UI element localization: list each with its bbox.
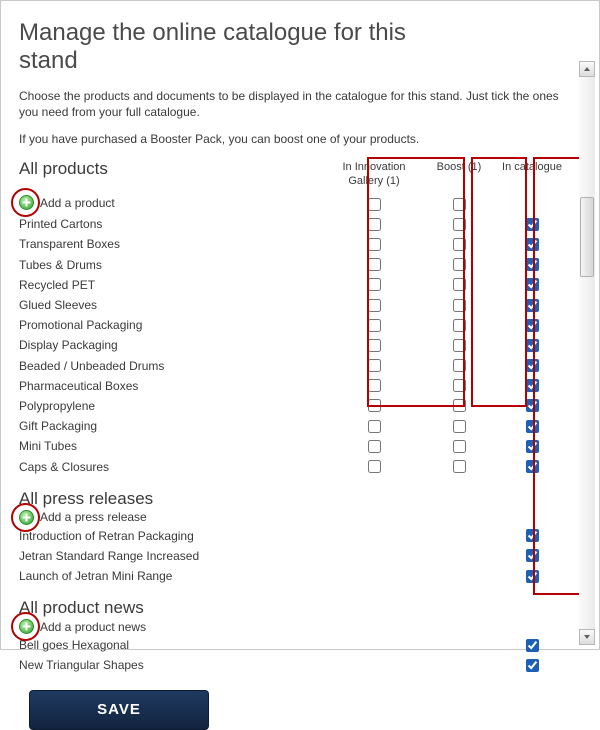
add-link[interactable]: Add a product	[19, 194, 319, 211]
row-label: Tubes & Drums	[19, 255, 319, 275]
save-button[interactable]: SAVE	[29, 690, 209, 730]
row-label: Mini Tubes	[19, 436, 319, 456]
col-head-catalogue: In catalogue	[495, 157, 569, 181]
checkbox-boost[interactable]	[453, 460, 466, 473]
add-link-label: Add a press release	[40, 510, 147, 524]
checkbox-innovation[interactable]	[368, 379, 381, 392]
catalogue-grid: All products In Innovation Gallery (1)Boo…	[19, 157, 569, 676]
checkbox-boost[interactable]	[453, 198, 466, 211]
intro-text-1: Choose the products and documents to be …	[19, 88, 559, 120]
checkbox-boost[interactable]	[453, 420, 466, 433]
row-label: Gift Packaging	[19, 416, 319, 436]
checkbox-catalogue[interactable]	[526, 460, 539, 473]
row-label: Launch of Jetran Mini Range	[19, 566, 319, 586]
checkbox-catalogue[interactable]	[526, 299, 539, 312]
checkbox-catalogue[interactable]	[526, 440, 539, 453]
checkbox-innovation[interactable]	[368, 258, 381, 271]
checkbox-innovation[interactable]	[368, 440, 381, 453]
add-link-label: Add a product news	[40, 620, 146, 634]
checkbox-innovation[interactable]	[368, 420, 381, 433]
checkbox-boost[interactable]	[453, 238, 466, 251]
checkbox-catalogue[interactable]	[526, 319, 539, 332]
checkbox-catalogue[interactable]	[526, 238, 539, 251]
row-label: Bell goes Hexagonal	[19, 635, 319, 655]
checkbox-boost[interactable]	[453, 218, 466, 231]
checkbox-catalogue[interactable]	[526, 529, 539, 542]
row-label: Beaded / Unbeaded Drums	[19, 356, 319, 376]
row-label: Display Packaging	[19, 335, 319, 355]
row-label: Transparent Boxes	[19, 234, 319, 254]
checkbox-boost[interactable]	[453, 278, 466, 291]
intro-text-2: If you have purchased a Booster Pack, yo…	[19, 131, 559, 147]
plus-circle-icon[interactable]	[19, 619, 34, 634]
checkbox-innovation[interactable]	[368, 460, 381, 473]
scrollbar-vertical[interactable]	[579, 61, 595, 645]
row-label: Introduction of Retran Packaging	[19, 526, 319, 546]
checkbox-catalogue[interactable]	[526, 339, 539, 352]
checkbox-catalogue[interactable]	[526, 570, 539, 583]
checkbox-boost[interactable]	[453, 299, 466, 312]
checkbox-innovation[interactable]	[368, 339, 381, 352]
plus-circle-icon[interactable]	[19, 195, 34, 210]
content-pane: Manage the online catalogue for this sta…	[5, 5, 577, 645]
row-label: Pharmaceutical Boxes	[19, 376, 319, 396]
row-label: Recycled PET	[19, 275, 319, 295]
checkbox-innovation[interactable]	[368, 218, 381, 231]
checkbox-catalogue[interactable]	[526, 218, 539, 231]
row-label: Glued Sleeves	[19, 295, 319, 315]
checkbox-innovation[interactable]	[368, 399, 381, 412]
page-title: Manage the online catalogue for this sta…	[19, 19, 439, 74]
checkbox-innovation[interactable]	[368, 319, 381, 332]
scrollbar-up-button[interactable]	[579, 61, 595, 77]
checkbox-boost[interactable]	[453, 258, 466, 271]
window-frame: Manage the online catalogue for this sta…	[0, 0, 600, 650]
add-link-label: Add a product	[40, 196, 115, 210]
row-label: Polypropylene	[19, 396, 319, 416]
scrollbar-thumb[interactable]	[580, 197, 594, 277]
section-title: All product news	[19, 586, 319, 618]
checkbox-catalogue[interactable]	[526, 359, 539, 372]
row-label: Caps & Closures	[19, 457, 319, 477]
row-label: Promotional Packaging	[19, 315, 319, 335]
checkbox-boost[interactable]	[453, 399, 466, 412]
add-link[interactable]: Add a press release	[19, 509, 319, 526]
section-title: All press releases	[19, 477, 319, 509]
checkbox-catalogue[interactable]	[526, 399, 539, 412]
plus-circle-icon[interactable]	[19, 510, 34, 525]
checkbox-innovation[interactable]	[368, 359, 381, 372]
add-link[interactable]: Add a product news	[19, 618, 319, 635]
checkbox-innovation[interactable]	[368, 299, 381, 312]
section-title-products: All products	[19, 157, 319, 179]
checkbox-catalogue[interactable]	[526, 258, 539, 271]
col-head-boost: Boost (1)	[429, 157, 489, 181]
checkbox-boost[interactable]	[453, 379, 466, 392]
checkbox-catalogue[interactable]	[526, 379, 539, 392]
row-label: Printed Cartons	[19, 214, 319, 234]
row-label: New Triangular Shapes	[19, 655, 319, 675]
checkbox-boost[interactable]	[453, 319, 466, 332]
checkbox-catalogue[interactable]	[526, 420, 539, 433]
checkbox-boost[interactable]	[453, 440, 466, 453]
checkbox-boost[interactable]	[453, 359, 466, 372]
row-label: Jetran Standard Range Increased	[19, 546, 319, 566]
checkbox-catalogue[interactable]	[526, 659, 539, 672]
scrollbar-track[interactable]	[579, 77, 595, 629]
scrollbar-down-button[interactable]	[579, 629, 595, 645]
checkbox-innovation[interactable]	[368, 198, 381, 211]
checkbox-catalogue[interactable]	[526, 549, 539, 562]
checkbox-boost[interactable]	[453, 339, 466, 352]
col-head-innovation: In Innovation Gallery (1)	[325, 157, 423, 195]
checkbox-innovation[interactable]	[368, 238, 381, 251]
checkbox-catalogue[interactable]	[526, 278, 539, 291]
checkbox-innovation[interactable]	[368, 278, 381, 291]
